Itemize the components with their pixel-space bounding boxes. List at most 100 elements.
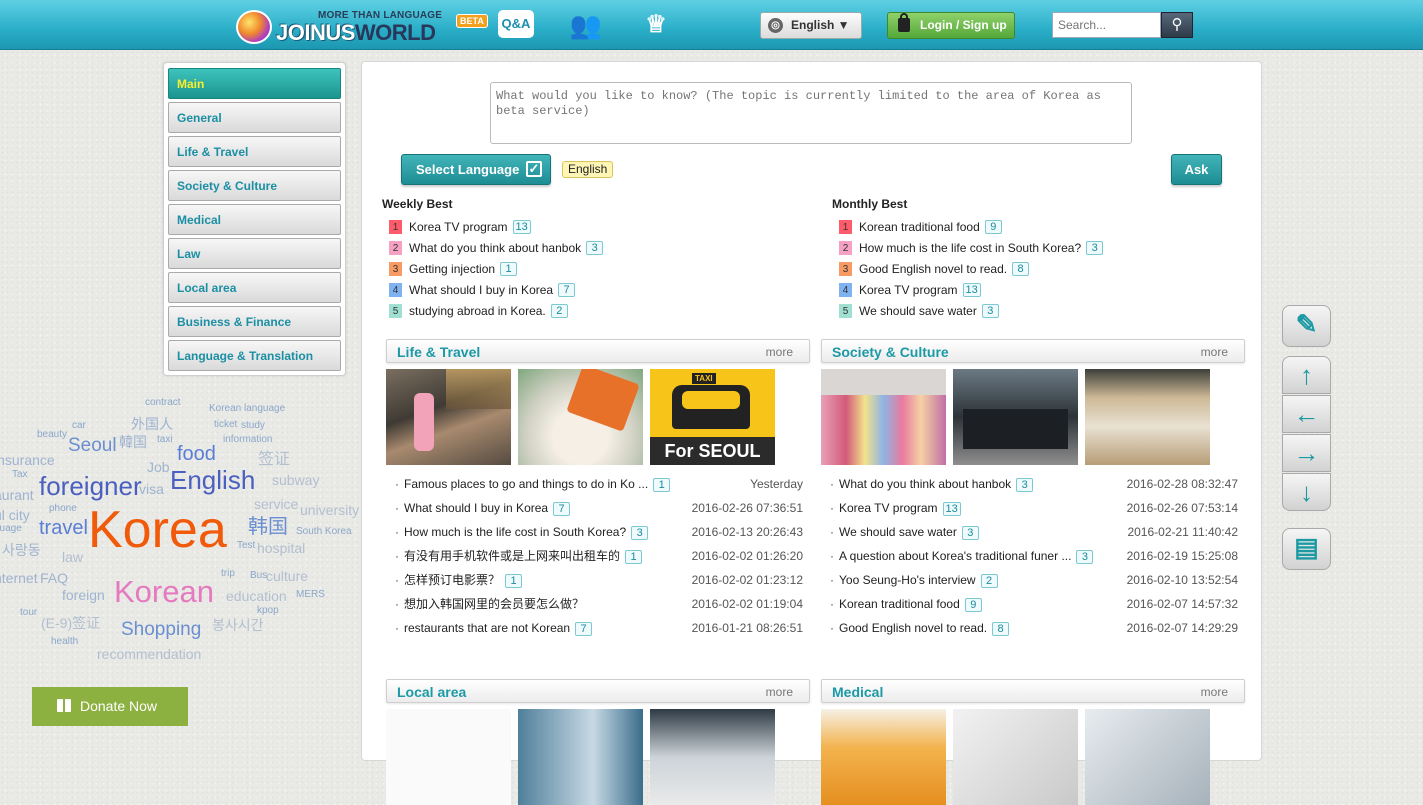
sidebar-item-medical[interactable]: Medical [168,204,341,235]
tag-cloud-word[interactable]: law [62,550,83,564]
best-list-item[interactable]: 1 Korean traditional food 9 [832,216,1252,237]
tag-cloud-word[interactable]: MERS [296,590,325,600]
tag-cloud-word[interactable]: taxi [157,435,173,445]
tag-cloud-word[interactable]: 韓国 [119,435,147,449]
best-list-item[interactable]: 4 Korea TV program 13 [832,279,1252,300]
more-link[interactable]: more [766,685,793,699]
thumbnail-ceremony[interactable] [1085,369,1210,465]
post-title[interactable]: Famous places to go and things to do in … [404,477,648,491]
tag-cloud-word[interactable]: Job [147,460,170,474]
post-title[interactable]: What do you think about hanbok [839,477,1011,491]
thumbnail-sport[interactable] [650,709,775,805]
arrow-right-icon[interactable]: → [1282,434,1331,472]
tag-cloud-word[interactable]: food [177,444,216,464]
post-row[interactable]: · Good English novel to read. 8 2016-02-07 … [821,619,1245,643]
sidebar-item-main[interactable]: Main [168,68,341,99]
tag-cloud-word[interactable]: foreign [62,588,105,602]
post-title[interactable]: 有没有用手机软件或是上网来叫出租车的 [404,549,620,563]
more-link[interactable]: more [766,345,793,359]
chat-icon[interactable]: ▤ [1282,528,1331,570]
post-title[interactable]: 想加入韩国网里的会员要怎么做？ [404,597,584,611]
tag-cloud-word[interactable]: guage [0,524,22,534]
thumbnail-medicine[interactable] [821,709,946,805]
tag-cloud-word[interactable]: subway [272,473,319,487]
tag-cloud-word[interactable]: FAQ [40,571,68,585]
crown-icon[interactable]: ♕ [636,10,676,40]
post-title[interactable]: Yoo Seung-Ho's interview [839,573,976,587]
tag-cloud-word[interactable]: 봉사시간 [212,618,264,632]
post-row[interactable]: · What do you think about hanbok 3 2016-02-… [821,475,1245,499]
tag-cloud-word[interactable]: service [254,497,298,511]
tag-cloud-word[interactable]: 사랑동 [2,543,41,557]
more-link[interactable]: more [1201,685,1228,699]
best-item-title[interactable]: Korean traditional food [859,220,980,234]
sidebar-item-general[interactable]: General [168,102,341,133]
best-list-item[interactable]: 5 studying abroad in Korea. 2 [382,300,802,321]
tag-cloud-word[interactable]: recommendation [97,647,201,661]
best-list-item[interactable]: 3 Good English novel to read. 8 [832,258,1252,279]
tag-cloud-word[interactable]: car [72,421,86,431]
tag-cloud-word[interactable]: (E-9)签证 [41,616,100,630]
best-item-title[interactable]: What should I buy in Korea [409,283,553,297]
section-title[interactable]: Local area [397,684,466,700]
tag-cloud-word[interactable]: trip [221,569,235,579]
tag-cloud-word[interactable]: Korea [88,504,227,556]
qa-icon[interactable]: Q&A [498,10,534,38]
post-row[interactable]: · 怎样预订电影票？ 1 2016-02-02 01:23:12 [386,571,810,595]
post-row[interactable]: · Yoo Seung-Ho's interview 2 2016-02-10 13:… [821,571,1245,595]
best-item-title[interactable]: Korea TV program [409,220,508,234]
post-title[interactable]: A question about Korea's traditional fun… [839,549,1071,563]
tag-cloud-word[interactable]: kpop [257,606,279,616]
post-title[interactable]: Korea TV program [839,501,938,515]
tag-cloud-word[interactable]: visa [139,482,164,496]
question-input[interactable] [490,82,1132,144]
community-icon[interactable]: 👥 [566,10,606,40]
post-row[interactable]: · 有没有用手机软件或是上网来叫出租车的 1 2016-02-02 01:26:20 [386,547,810,571]
tag-cloud-word[interactable]: Bus [250,571,267,581]
thumbnail-people[interactable] [518,709,643,805]
tag-cloud-word[interactable]: education [226,589,287,603]
best-item-title[interactable]: What do you think about hanbok [409,241,581,255]
tag-cloud-word[interactable]: information [223,435,272,445]
post-row[interactable]: · We should save water 3 2016-02-21 11:40:4… [821,523,1245,547]
best-item-title[interactable]: Korea TV program [859,283,958,297]
thumbnail-document[interactable] [386,709,511,805]
language-selector[interactable]: ◎ English ▼ [760,12,862,39]
thumbnail-form[interactable] [953,709,1078,805]
tag-cloud-word[interactable]: English [170,467,255,493]
section-title[interactable]: Society & Culture [832,344,949,360]
best-list-item[interactable]: 5 We should save water 3 [832,300,1252,321]
tag-cloud-word[interactable]: 签证 [258,452,290,468]
tag-cloud-word[interactable]: insurance [0,453,55,467]
post-row[interactable]: · How much is the life cost in South Kore… [386,523,810,547]
tag-cloud-word[interactable]: ticket [214,420,237,430]
sidebar-item-language-translation[interactable]: Language & Translation [168,340,341,371]
tag-cloud-word[interactable]: Test [237,541,255,551]
tag-cloud-word[interactable]: travel [39,518,88,538]
arrow-down-icon[interactable]: ↓ [1282,473,1331,511]
tag-cloud-word[interactable]: Korean language [209,404,285,414]
tag-cloud-word[interactable]: ul city [0,508,30,522]
post-title[interactable]: How much is the life cost in South Korea… [404,525,626,539]
best-list-item[interactable]: 2 What do you think about hanbok 3 [382,237,802,258]
tag-cloud-word[interactable]: aurant [0,488,34,502]
more-link[interactable]: more [1201,345,1228,359]
thumbnail-taxi[interactable]: TAXI For SEOUL [650,369,775,465]
tag-cloud-word[interactable]: hospital [257,541,305,555]
best-item-title[interactable]: We should save water [859,304,977,318]
tag-cloud-word[interactable]: study [241,421,265,431]
thumbnail-snack[interactable] [518,369,643,465]
tag-cloud-word[interactable]: university [300,503,359,517]
post-title[interactable]: 怎样预订电影票？ [404,573,500,587]
sidebar-item-law[interactable]: Law [168,238,341,269]
search-icon[interactable]: ⚲ [1161,12,1193,38]
tag-cloud-word[interactable]: Seoul [68,436,117,455]
section-title[interactable]: Life & Travel [397,344,480,360]
tag-cloud-word[interactable]: foreigner [39,473,142,499]
tag-cloud-word[interactable]: tour [20,608,37,618]
tag-cloud-word[interactable]: culture [266,569,308,583]
post-row[interactable]: · A question about Korea's traditional fu… [821,547,1245,571]
best-list-item[interactable]: 3 Getting injection 1 [382,258,802,279]
tag-cloud-word[interactable]: Tax [12,470,28,480]
sidebar-item-life-travel[interactable]: Life & Travel [168,136,341,167]
